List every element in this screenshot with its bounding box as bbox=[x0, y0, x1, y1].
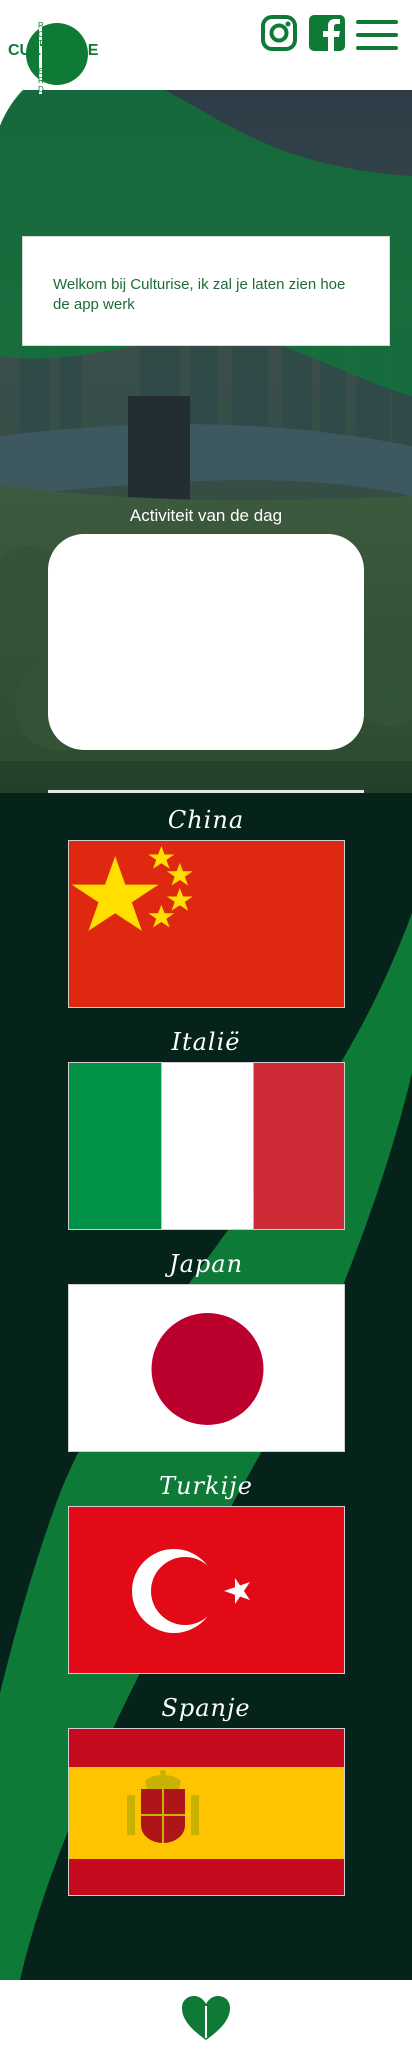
activity-of-the-day-label: Activiteit van de dag bbox=[129, 506, 283, 525]
svg-text:A: A bbox=[38, 94, 44, 100]
italy-flag[interactable] bbox=[68, 1062, 345, 1230]
facebook-icon[interactable] bbox=[308, 14, 346, 56]
activity-of-the-day-card[interactable] bbox=[48, 534, 364, 750]
china-flag[interactable] bbox=[68, 840, 345, 1008]
welcome-text: Welkom bij Culturise, ik zal je laten zi… bbox=[53, 276, 346, 313]
svg-text:O: O bbox=[38, 30, 44, 39]
logo-wordmark: CULTURISE bbox=[8, 42, 99, 59]
welcome-card: Welkom bij Culturise, ik zal je laten zi… bbox=[22, 236, 390, 346]
app-footer bbox=[0, 1980, 412, 2064]
svg-text:R: R bbox=[38, 21, 44, 30]
country-title-turkey: Turkije bbox=[159, 1472, 253, 1500]
leaf-heart-icon[interactable] bbox=[180, 1994, 232, 2046]
app-header: ROT ERDA CULTURISE bbox=[0, 0, 412, 103]
country-title-spain: Spanje bbox=[161, 1694, 251, 1722]
instagram-icon[interactable] bbox=[260, 14, 298, 56]
turkey-flag[interactable] bbox=[68, 1506, 345, 1674]
svg-text:R: R bbox=[38, 76, 44, 85]
spain-flag[interactable] bbox=[68, 1728, 345, 1896]
section-divider bbox=[48, 790, 364, 793]
culturise-logo[interactable]: ROT ERDA CULTURISE bbox=[8, 14, 98, 103]
svg-text:E: E bbox=[38, 67, 43, 76]
country-title-china: China bbox=[167, 806, 245, 834]
country-title-italy: Italië bbox=[171, 1028, 241, 1056]
country-title-japan: Japan bbox=[168, 1250, 244, 1278]
svg-text:D: D bbox=[38, 85, 44, 94]
hamburger-menu-icon[interactable] bbox=[356, 20, 398, 54]
japan-flag[interactable] bbox=[68, 1284, 345, 1452]
